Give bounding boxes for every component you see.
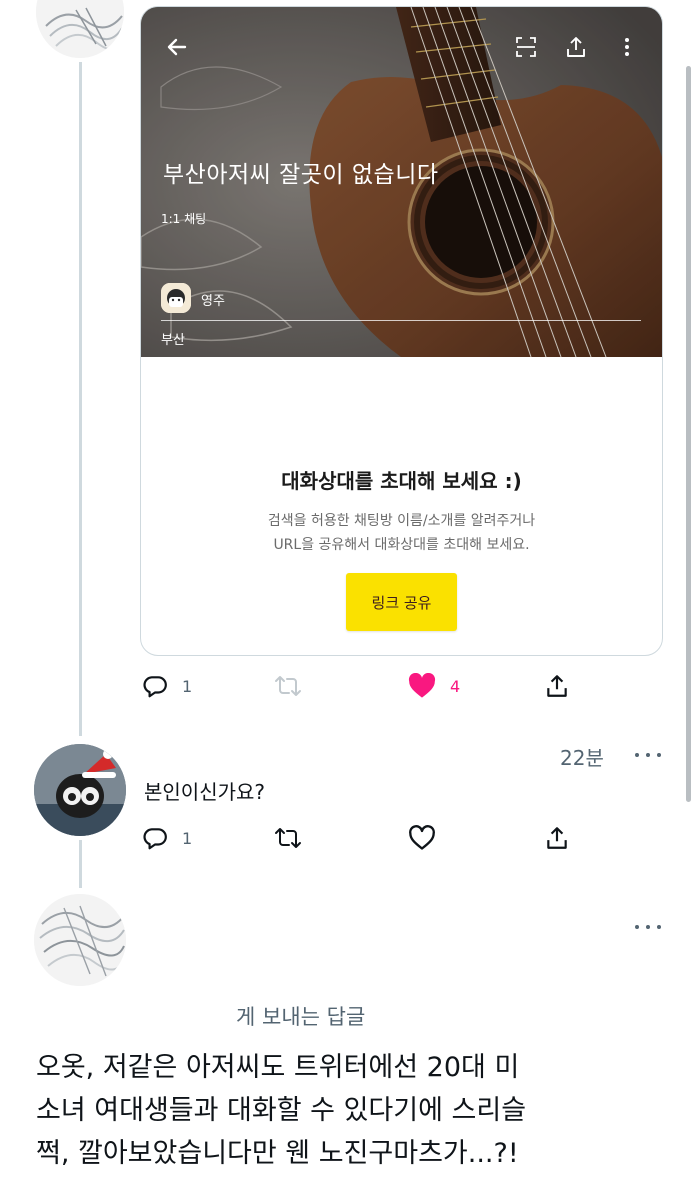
reply-count: 1 bbox=[182, 676, 193, 696]
scan-icon[interactable] bbox=[512, 33, 540, 61]
invite-desc-line1: 검색을 허용한 채팅방 이름/소개를 알려주거나 bbox=[267, 513, 536, 529]
owner-avatar bbox=[161, 283, 191, 313]
more-horizontal-icon[interactable] bbox=[635, 750, 661, 760]
invite-desc-line2: URL을 공유해서 대화상대를 초대해 보세요. bbox=[273, 537, 530, 553]
open-chat-card[interactable]: 부산아저씨 잘곳이 없습니다 1:1 채팅 영주 부산 대화상대를 초대해 보세… bbox=[140, 6, 663, 656]
reply-text: 본인이신가요? bbox=[144, 780, 266, 804]
invite-title: 대화상대를 초대해 보세요 :) bbox=[281, 469, 522, 493]
avatar-author-top[interactable] bbox=[36, 0, 124, 58]
avatar-author-focused[interactable] bbox=[34, 894, 126, 986]
chat-tag: 부산 bbox=[161, 333, 185, 348]
share-upload-icon[interactable] bbox=[562, 33, 590, 61]
back-arrow-icon[interactable] bbox=[163, 33, 191, 61]
replying-to-label: 게 보내는 답글 bbox=[236, 1005, 366, 1029]
share-action-2[interactable] bbox=[544, 824, 570, 852]
tweet-text-line3: 쩍, 깔아보았습니다만 웬 노진구마츠가...?! bbox=[36, 1138, 519, 1169]
avatar-replier[interactable] bbox=[34, 744, 126, 836]
share-icon bbox=[547, 827, 567, 849]
separator bbox=[0, 736, 696, 737]
hero-divider bbox=[161, 320, 641, 321]
reply-timestamp: 22분 bbox=[560, 746, 604, 770]
retweet-icon bbox=[275, 676, 301, 696]
share-icon bbox=[547, 675, 567, 697]
chat-type-label: 1:1 채팅 bbox=[161, 212, 207, 226]
thread-line-top bbox=[79, 62, 82, 736]
reply-icon bbox=[143, 676, 167, 698]
reply-action[interactable]: 1 bbox=[142, 672, 192, 700]
retweet-action-2[interactable] bbox=[274, 824, 302, 852]
tweet-text-line2: 소녀 여대생들과 대화할 수 있다기에 스리슬 bbox=[36, 1095, 527, 1126]
heart-outline-icon bbox=[409, 825, 435, 850]
focused-tweet-text: 오옷, 저같은 아저씨도 트위터에선 20대 미 소녀 여대생들과 대화할 수 … bbox=[36, 1046, 676, 1175]
retweet-icon bbox=[275, 828, 301, 848]
scrollbar[interactable] bbox=[686, 66, 691, 802]
thread-line-middle bbox=[79, 840, 82, 888]
invite-description: 검색을 허용한 채팅방 이름/소개를 알려주거나 URL을 공유해서 대화상대를… bbox=[141, 509, 662, 557]
owner-name: 영주 bbox=[201, 294, 225, 309]
retweet-action[interactable] bbox=[274, 672, 302, 700]
like-action[interactable]: 4 bbox=[408, 672, 460, 700]
reply-count-2: 1 bbox=[182, 828, 193, 848]
chat-room-title: 부산아저씨 잘곳이 없습니다 bbox=[163, 162, 439, 188]
heart-filled-icon bbox=[408, 673, 436, 698]
tweet-text-line1: 오옷, 저같은 아저씨도 트위터에선 20대 미 bbox=[36, 1052, 520, 1083]
more-horizontal-icon-2[interactable] bbox=[635, 922, 661, 932]
share-link-button[interactable]: 링크 공유 bbox=[346, 573, 457, 631]
like-count: 4 bbox=[450, 676, 461, 696]
reply-action-2[interactable]: 1 bbox=[142, 824, 192, 852]
reply-icon bbox=[143, 828, 167, 850]
more-vertical-icon[interactable] bbox=[613, 33, 641, 61]
share-action[interactable] bbox=[544, 672, 570, 700]
like-action-2[interactable] bbox=[408, 824, 436, 852]
chat-cover-image: 부산아저씨 잘곳이 없습니다 1:1 채팅 영주 부산 bbox=[141, 7, 662, 357]
